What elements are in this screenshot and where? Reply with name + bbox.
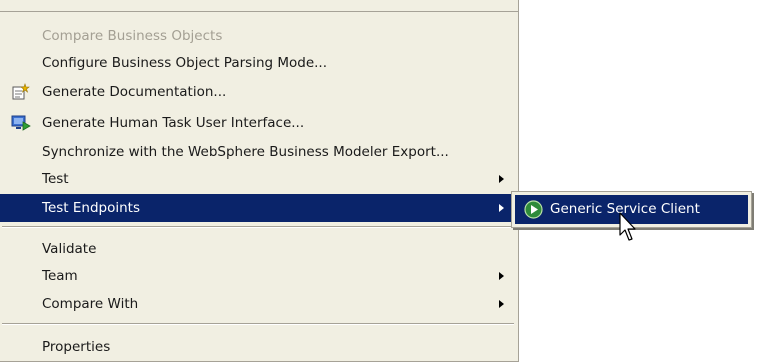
submenu-arrow-icon xyxy=(499,300,504,308)
menu-item-properties[interactable]: Properties xyxy=(0,333,514,361)
menu-item-compare-business-objects: Compare Business Objects xyxy=(0,22,514,50)
menu-item-label: Compare Business Objects xyxy=(42,28,223,44)
screen: Compare Business Objects Configure Busin… xyxy=(0,0,759,362)
menu-item-label: Configure Business Object Parsing Mode..… xyxy=(42,55,328,71)
menu-item-label: Compare With xyxy=(42,296,139,312)
menu-separator xyxy=(2,323,514,325)
submenu-arrow-icon xyxy=(499,204,504,212)
menu-item-label: Validate xyxy=(42,241,97,257)
submenu-arrow-icon xyxy=(499,175,504,183)
menu-item-label: Generate Human Task User Interface... xyxy=(42,115,305,131)
menu-item-compare-with[interactable]: Compare With xyxy=(0,290,514,318)
generate-documentation-icon xyxy=(11,83,31,101)
menu-item-validate[interactable]: Validate xyxy=(0,235,514,263)
context-menu: Compare Business Objects Configure Busin… xyxy=(0,0,519,362)
menu-item-label: Synchronize with the WebSphere Business … xyxy=(42,144,449,160)
menu-item-label: Test Endpoints xyxy=(42,200,140,216)
menu-item-test-endpoints[interactable]: Test Endpoints xyxy=(0,194,514,222)
menu-item-test[interactable]: Test xyxy=(0,165,514,193)
service-client-icon xyxy=(524,200,543,219)
menu-top-border xyxy=(0,11,518,12)
menu-item-label: Test xyxy=(42,171,69,187)
menu-item-generate-documentation[interactable]: Generate Documentation... xyxy=(0,78,514,106)
submenu-arrow-icon xyxy=(499,272,504,280)
human-task-ui-icon xyxy=(11,114,31,132)
menu-item-label: Properties xyxy=(42,339,111,355)
menu-separator xyxy=(2,226,514,228)
menu-item-generate-human-task-ui[interactable]: Generate Human Task User Interface... xyxy=(0,109,514,137)
menu-item-label: Team xyxy=(42,268,78,284)
mouse-cursor-icon xyxy=(619,212,639,244)
menu-item-team[interactable]: Team xyxy=(0,262,514,290)
menu-item-configure-parsing-mode[interactable]: Configure Business Object Parsing Mode..… xyxy=(0,49,514,77)
menu-item-synchronize-websphere-export[interactable]: Synchronize with the WebSphere Business … xyxy=(0,138,514,166)
menu-item-label: Generate Documentation... xyxy=(42,84,227,100)
